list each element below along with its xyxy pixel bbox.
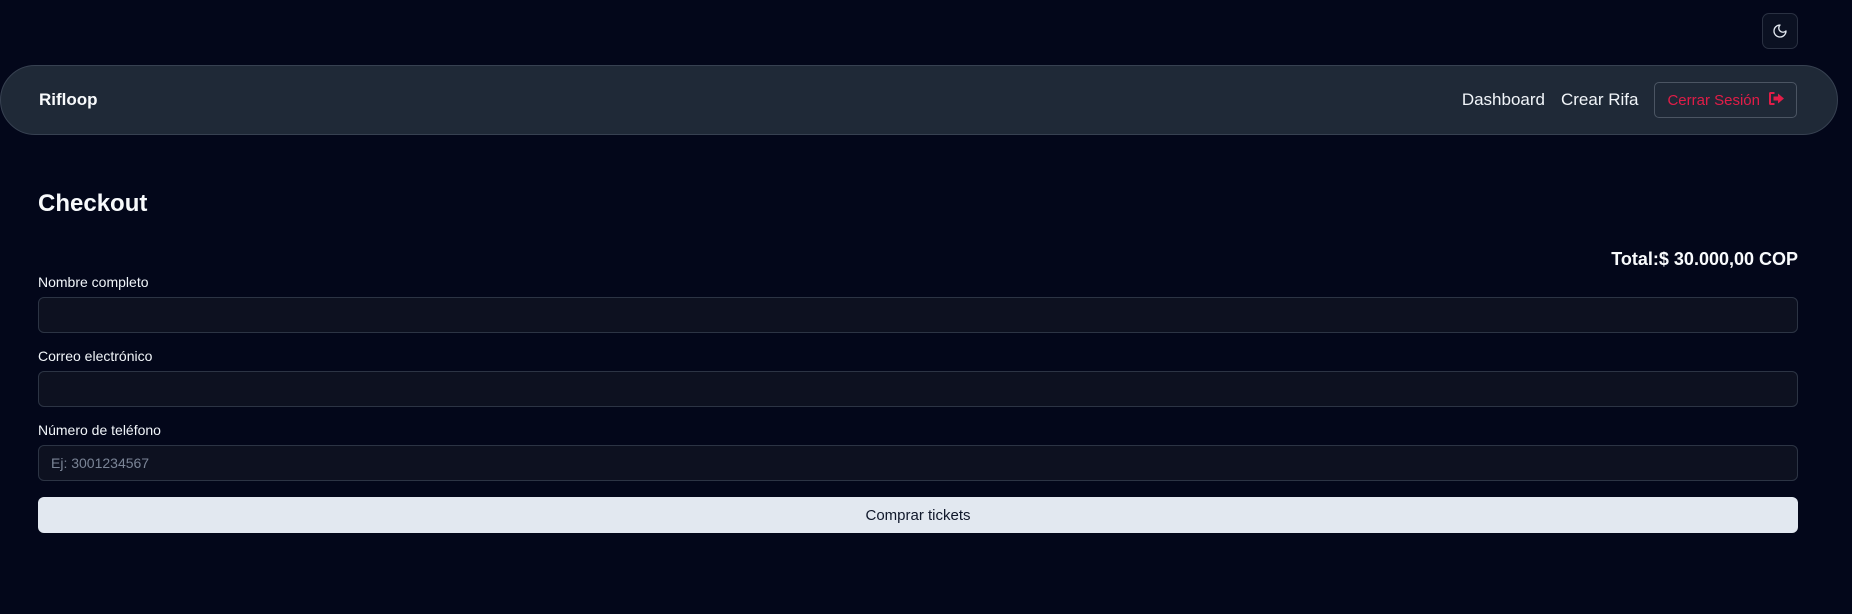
order-total: Total:$ 30.000,00 COP — [1611, 249, 1798, 269]
nav-links: Dashboard Crear Rifa Cerrar Sesión — [1462, 66, 1797, 134]
nav-link-dashboard[interactable]: Dashboard — [1462, 90, 1545, 110]
moon-icon — [1772, 23, 1788, 39]
logout-label: Cerrar Sesión — [1667, 91, 1760, 109]
email-label: Correo electrónico — [38, 348, 153, 364]
theme-toggle-button[interactable] — [1762, 13, 1798, 49]
phone-label: Número de teléfono — [38, 422, 161, 438]
logout-button[interactable]: Cerrar Sesión — [1654, 82, 1797, 118]
sign-out-icon — [1769, 91, 1784, 109]
navbar: Rifloop Dashboard Crear Rifa Cerrar Sesi… — [0, 65, 1838, 135]
phone-input[interactable] — [38, 445, 1798, 481]
page-title: Checkout — [38, 190, 148, 217]
full-name-label: Nombre completo — [38, 274, 149, 290]
brand-logo[interactable]: Rifloop — [39, 66, 98, 134]
nav-link-crear-rifa[interactable]: Crear Rifa — [1561, 90, 1638, 110]
full-name-input[interactable] — [38, 297, 1798, 333]
email-input[interactable] — [38, 371, 1798, 407]
buy-tickets-button[interactable]: Comprar tickets — [38, 497, 1798, 533]
